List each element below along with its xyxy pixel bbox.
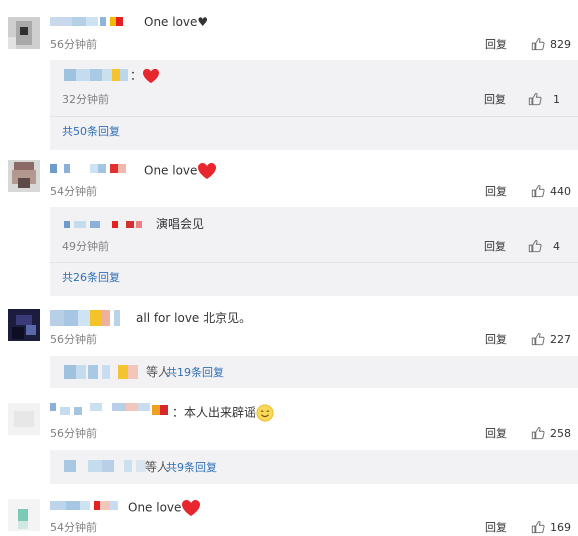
view-more-replies-link[interactable]: 共9条回复	[166, 461, 217, 474]
comment: One love 54分钟前 回复 440 演唱会见 49分钟前 回复 4 共2…	[0, 150, 578, 296]
view-more-replies-link[interactable]: 共50条回复	[62, 125, 120, 138]
comment-text: all for love 北京见。	[136, 311, 252, 325]
like-count: 4	[553, 239, 560, 253]
comment-time: 56分钟前	[50, 38, 97, 51]
username-blurred[interactable]	[64, 68, 139, 81]
username-blurred[interactable]	[50, 403, 170, 415]
like-count: 227	[550, 332, 571, 346]
like-count: 258	[550, 426, 571, 440]
reply-button[interactable]: 回复	[485, 427, 507, 440]
sub-reply-text: ：	[130, 68, 160, 84]
sub-reply-time: 49分钟前	[62, 240, 109, 253]
avatar[interactable]	[8, 309, 40, 341]
like-count: 829	[550, 37, 571, 51]
comment: One love♥ 56分钟前 回复 829 ： 32分钟前 回复 1 共50条…	[0, 0, 578, 150]
reply-button[interactable]: 回复	[484, 240, 506, 253]
like-count: 1	[553, 92, 560, 106]
comment-text: One love	[128, 499, 201, 517]
thumbs-up-icon	[528, 239, 542, 253]
thumbs-up-icon	[528, 92, 542, 106]
avatar[interactable]	[8, 403, 40, 435]
reply-button[interactable]: 回复	[485, 333, 507, 346]
comment-text: One love	[144, 162, 217, 180]
thumbs-up-icon	[531, 426, 545, 440]
reply-button[interactable]: 回复	[484, 93, 506, 106]
sub-reply-text: 演唱会见	[156, 217, 205, 231]
comment-time: 54分钟前	[50, 185, 97, 198]
thumbs-up-icon	[531, 332, 545, 346]
sub-reply-box: 等人 共9条回复	[50, 450, 578, 484]
like-button[interactable]: 4	[528, 239, 560, 253]
comment: ：本人出来辟谣 56分钟前 回复 258 等人 共9条回复	[0, 390, 578, 487]
heart-emoji-icon	[182, 500, 201, 516]
view-more-replies-link[interactable]: 共19条回复	[166, 366, 224, 379]
like-button[interactable]: 440	[531, 184, 571, 198]
like-count: 169	[550, 520, 571, 534]
like-button[interactable]: 227	[531, 332, 571, 346]
sub-reply-box: 等人 共19条回复	[50, 356, 578, 388]
like-count: 440	[550, 184, 571, 198]
like-button[interactable]: 1	[528, 92, 560, 106]
reply-button[interactable]: 回复	[485, 185, 507, 198]
reply-button[interactable]: 回复	[485, 521, 507, 534]
like-button[interactable]: 829	[531, 37, 571, 51]
sub-reply-box: ： 32分钟前 回复 1 共50条回复	[50, 60, 578, 150]
thumbs-up-icon	[531, 184, 545, 198]
comment-text: One love♥	[144, 15, 209, 29]
like-button[interactable]: 169	[531, 520, 571, 534]
thumbs-up-icon	[531, 520, 545, 534]
username-blurred[interactable]	[50, 15, 135, 27]
heart-emoji-icon	[143, 68, 160, 84]
username-blurred[interactable]	[50, 499, 125, 511]
like-button[interactable]: 258	[531, 426, 571, 440]
divider	[50, 262, 578, 263]
comment-time: 56分钟前	[50, 333, 97, 346]
username-blurred[interactable]	[64, 220, 149, 232]
heart-emoji-icon	[198, 163, 217, 179]
comment: One love 54分钟前 回复 169	[0, 487, 578, 536]
comment-text: ：本人出来辟谣	[172, 404, 274, 422]
avatar[interactable]	[8, 160, 40, 192]
reply-button[interactable]: 回复	[485, 38, 507, 51]
sub-reply-time: 32分钟前	[62, 93, 109, 106]
username-blurred[interactable]	[50, 162, 135, 174]
avatar[interactable]	[8, 17, 40, 49]
username-blurred[interactable]	[64, 460, 154, 472]
thumbs-up-icon	[531, 37, 545, 51]
sub-reply-box: 演唱会见 49分钟前 回复 4 共26条回复	[50, 207, 578, 296]
comment-time: 56分钟前	[50, 427, 97, 440]
comment-time: 54分钟前	[50, 521, 97, 534]
comment: all for love 北京见。 56分钟前 回复 227 等人 共19条回复	[0, 296, 578, 390]
view-more-replies-link[interactable]: 共26条回复	[62, 271, 120, 284]
divider	[50, 116, 578, 117]
username-blurred[interactable]	[50, 310, 130, 326]
username-blurred[interactable]	[64, 365, 154, 379]
smiley-emoji-icon	[256, 404, 274, 422]
avatar[interactable]	[8, 499, 40, 531]
